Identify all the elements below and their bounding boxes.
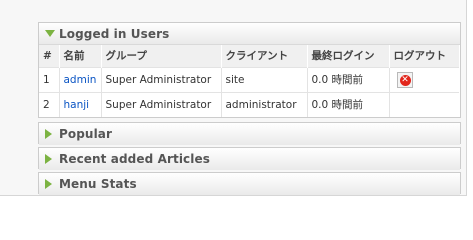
recent-articles-header[interactable]: Recent added Articles <box>39 148 460 170</box>
column-header-name: 名前 <box>59 45 102 67</box>
panel-title: Logged in Users <box>59 26 170 41</box>
triangle-right-icon <box>45 154 52 164</box>
menu-stats-panel: Menu Stats <box>38 172 461 195</box>
row-number: 1 <box>39 66 60 92</box>
column-header-group: グループ <box>101 45 222 67</box>
triangle-down-icon <box>45 30 55 37</box>
logged-in-users-header[interactable]: Logged in Users <box>39 23 460 45</box>
triangle-right-icon <box>45 179 52 189</box>
column-header-logout: ログアウト <box>389 45 459 67</box>
user-last-login: 0.0 時間前 <box>307 66 390 92</box>
popular-panel: Popular <box>38 122 461 145</box>
column-header-client: クライアント <box>221 45 308 67</box>
logout-cell: ✕ <box>389 66 459 92</box>
user-name-link[interactable]: admin <box>64 74 97 86</box>
panel-title: Recent added Articles <box>59 152 210 166</box>
table-row: 2 hanji Super Administrator administrato… <box>39 91 459 117</box>
row-number: 2 <box>39 91 60 117</box>
user-group: Super Administrator <box>101 66 222 92</box>
remove-circle-icon: ✕ <box>399 75 411 86</box>
user-group: Super Administrator <box>101 91 222 117</box>
triangle-right-icon <box>45 129 52 139</box>
column-header-last-login: 最終ログイン <box>307 45 390 67</box>
panel-title: Popular <box>59 127 113 141</box>
user-name-link[interactable]: hanji <box>64 99 90 111</box>
menu-stats-header[interactable]: Menu Stats <box>39 173 460 195</box>
popular-header[interactable]: Popular <box>39 123 460 145</box>
user-last-login: 0.0 時間前 <box>307 91 390 117</box>
logout-button[interactable]: ✕ <box>396 72 413 88</box>
logout-cell <box>389 91 459 117</box>
logged-in-users-table: # 名前 グループ クライアント 最終ログイン ログアウト 1 admin Su… <box>39 45 459 117</box>
logged-in-users-panel: Logged in Users # 名前 グループ クライアント 最終ログイン … <box>38 22 461 118</box>
column-header-number: # <box>39 45 60 67</box>
table-row: 1 admin Super Administrator site 0.0 時間前… <box>39 66 459 92</box>
user-client: administrator <box>221 91 308 117</box>
recent-articles-panel: Recent added Articles <box>38 147 461 170</box>
user-client: site <box>221 66 308 92</box>
table-header-row: # 名前 グループ クライアント 最終ログイン ログアウト <box>39 45 459 67</box>
panel-title: Menu Stats <box>59 177 137 191</box>
